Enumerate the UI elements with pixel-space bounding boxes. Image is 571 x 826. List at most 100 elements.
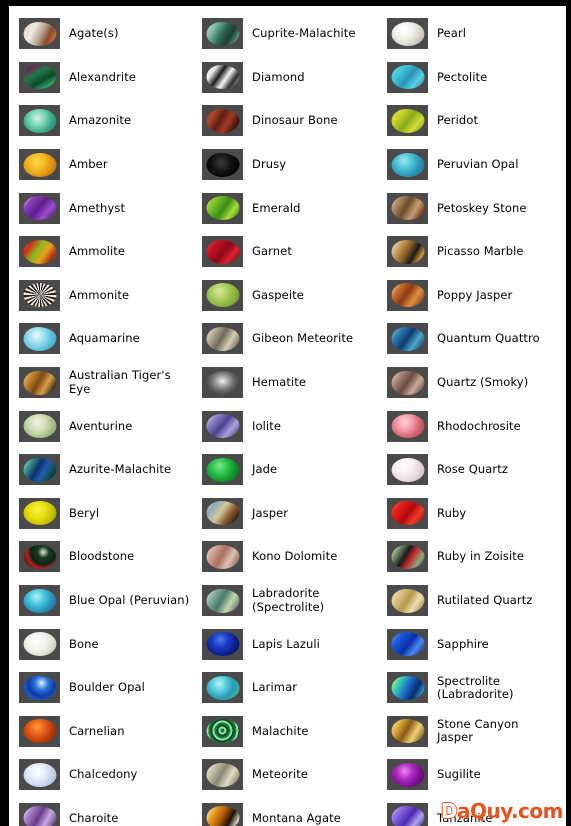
gemstone-thumbnail[interactable] [19, 585, 60, 617]
gemstone-cell[interactable]: Lapis Lazuli [194, 622, 379, 666]
gemstone-cell[interactable]: Diamond [194, 56, 379, 100]
gemstone-thumbnail[interactable] [202, 802, 243, 826]
gemstone-cell[interactable]: Bloodstone [9, 535, 194, 579]
gemstone-cell[interactable]: Iolite [194, 404, 379, 448]
gemstone-cell[interactable]: Azurite-Malachite [9, 448, 194, 492]
gemstone-thumbnail[interactable] [387, 541, 428, 573]
gemstone-cell[interactable]: Jasper [194, 492, 379, 536]
gemstone-thumbnail[interactable] [387, 279, 428, 311]
gemstone-thumbnail[interactable] [387, 61, 428, 93]
gemstone-cell[interactable]: Picasso Marble [379, 230, 558, 274]
gemstone-cell[interactable]: Sugilite [379, 753, 558, 797]
gemstone-cell[interactable]: Beryl [9, 492, 194, 536]
gemstone-thumbnail[interactable] [19, 672, 60, 704]
gemstone-cell[interactable]: Peruvian Opal [379, 143, 558, 187]
gemstone-cell[interactable]: Labradorite (Spectrolite) [194, 579, 379, 623]
gemstone-thumbnail[interactable] [19, 61, 60, 93]
gemstone-thumbnail[interactable] [202, 18, 243, 50]
gemstone-cell[interactable]: Quartz (Smoky) [379, 361, 558, 405]
gemstone-thumbnail[interactable] [19, 236, 60, 268]
gemstone-cell[interactable]: Rose Quartz [379, 448, 558, 492]
gemstone-cell[interactable]: Cuprite-Malachite [194, 12, 379, 56]
gemstone-cell[interactable]: Pectolite [379, 56, 558, 100]
gemstone-cell[interactable]: Emerald [194, 186, 379, 230]
gemstone-thumbnail[interactable] [19, 323, 60, 355]
gemstone-cell[interactable]: Amber [9, 143, 194, 187]
gemstone-cell[interactable]: Aventurine [9, 404, 194, 448]
gemstone-thumbnail[interactable] [202, 672, 243, 704]
gemstone-cell[interactable]: Amethyst [9, 186, 194, 230]
gemstone-cell[interactable]: Spectrolite (Labradorite) [379, 666, 558, 710]
gemstone-cell[interactable]: Poppy Jasper [379, 274, 558, 318]
gemstone-thumbnail[interactable] [387, 454, 428, 486]
gemstone-thumbnail[interactable] [387, 105, 428, 137]
gemstone-thumbnail[interactable] [19, 497, 60, 529]
gemstone-cell[interactable]: Pearl [379, 12, 558, 56]
gemstone-thumbnail[interactable] [387, 715, 428, 747]
gemstone-thumbnail[interactable] [387, 497, 428, 529]
gemstone-thumbnail[interactable] [202, 367, 243, 399]
gemstone-thumbnail[interactable] [19, 802, 60, 826]
gemstone-cell[interactable]: Boulder Opal [9, 666, 194, 710]
gemstone-cell[interactable]: Quantum Quattro [379, 317, 558, 361]
gemstone-cell[interactable]: Jade [194, 448, 379, 492]
gemstone-thumbnail[interactable] [387, 323, 428, 355]
gemstone-thumbnail[interactable] [19, 454, 60, 486]
gemstone-thumbnail[interactable] [19, 192, 60, 224]
gemstone-cell[interactable]: Bone [9, 622, 194, 666]
gemstone-thumbnail[interactable] [19, 410, 60, 442]
gemstone-thumbnail[interactable] [387, 236, 428, 268]
gemstone-cell[interactable]: Amazonite [9, 99, 194, 143]
gemstone-thumbnail[interactable] [387, 759, 428, 791]
gemstone-cell[interactable]: Meteorite [194, 753, 379, 797]
gemstone-thumbnail[interactable] [19, 628, 60, 660]
gemstone-thumbnail[interactable] [202, 323, 243, 355]
gemstone-thumbnail[interactable] [202, 61, 243, 93]
gemstone-thumbnail[interactable] [19, 715, 60, 747]
gemstone-thumbnail[interactable] [19, 18, 60, 50]
gemstone-thumbnail[interactable] [202, 454, 243, 486]
gemstone-cell[interactable]: Stone Canyon Jasper [379, 710, 558, 754]
gemstone-thumbnail[interactable] [387, 585, 428, 617]
gemstone-thumbnail[interactable] [19, 367, 60, 399]
gemstone-thumbnail[interactable] [202, 628, 243, 660]
gemstone-cell[interactable]: Garnet [194, 230, 379, 274]
gemstone-thumbnail[interactable] [19, 541, 60, 573]
gemstone-thumbnail[interactable] [202, 149, 243, 181]
gemstone-thumbnail[interactable] [202, 759, 243, 791]
gemstone-thumbnail[interactable] [387, 18, 428, 50]
gemstone-cell[interactable]: Alexandrite [9, 56, 194, 100]
gemstone-cell[interactable]: Ruby [379, 492, 558, 536]
gemstone-thumbnail[interactable] [202, 192, 243, 224]
gemstone-cell[interactable]: Montana Agate [194, 797, 379, 826]
gemstone-cell[interactable]: Rhodochrosite [379, 404, 558, 448]
gemstone-thumbnail[interactable] [387, 410, 428, 442]
gemstone-thumbnail[interactable] [387, 192, 428, 224]
gemstone-thumbnail[interactable] [387, 802, 428, 826]
gemstone-thumbnail[interactable] [387, 367, 428, 399]
gemstone-thumbnail[interactable] [202, 715, 243, 747]
gemstone-cell[interactable]: Peridot [379, 99, 558, 143]
gemstone-cell[interactable]: Larimar [194, 666, 379, 710]
gemstone-cell[interactable]: Gaspeite [194, 274, 379, 318]
gemstone-cell[interactable]: Gibeon Meteorite [194, 317, 379, 361]
gemstone-thumbnail[interactable] [387, 149, 428, 181]
gemstone-cell[interactable]: Carnelian [9, 710, 194, 754]
gemstone-cell[interactable]: Petoskey Stone [379, 186, 558, 230]
gemstone-cell[interactable]: Drusy [194, 143, 379, 187]
gemstone-cell[interactable]: Aquamarine [9, 317, 194, 361]
gemstone-thumbnail[interactable] [202, 410, 243, 442]
gemstone-cell[interactable]: Charoite [9, 797, 194, 826]
gemstone-thumbnail[interactable] [202, 585, 243, 617]
gemstone-thumbnail[interactable] [202, 541, 243, 573]
gemstone-cell[interactable]: Dinosaur Bone [194, 99, 379, 143]
gemstone-thumbnail[interactable] [19, 149, 60, 181]
gemstone-thumbnail[interactable] [202, 279, 243, 311]
gemstone-cell[interactable]: Malachite [194, 710, 379, 754]
gemstone-thumbnail[interactable] [387, 672, 428, 704]
gemstone-thumbnail[interactable] [387, 628, 428, 660]
gemstone-thumbnail[interactable] [19, 105, 60, 137]
gemstone-cell[interactable]: Ammonite [9, 274, 194, 318]
gemstone-cell[interactable]: Kono Dolomite [194, 535, 379, 579]
gemstone-thumbnail[interactable] [19, 759, 60, 791]
